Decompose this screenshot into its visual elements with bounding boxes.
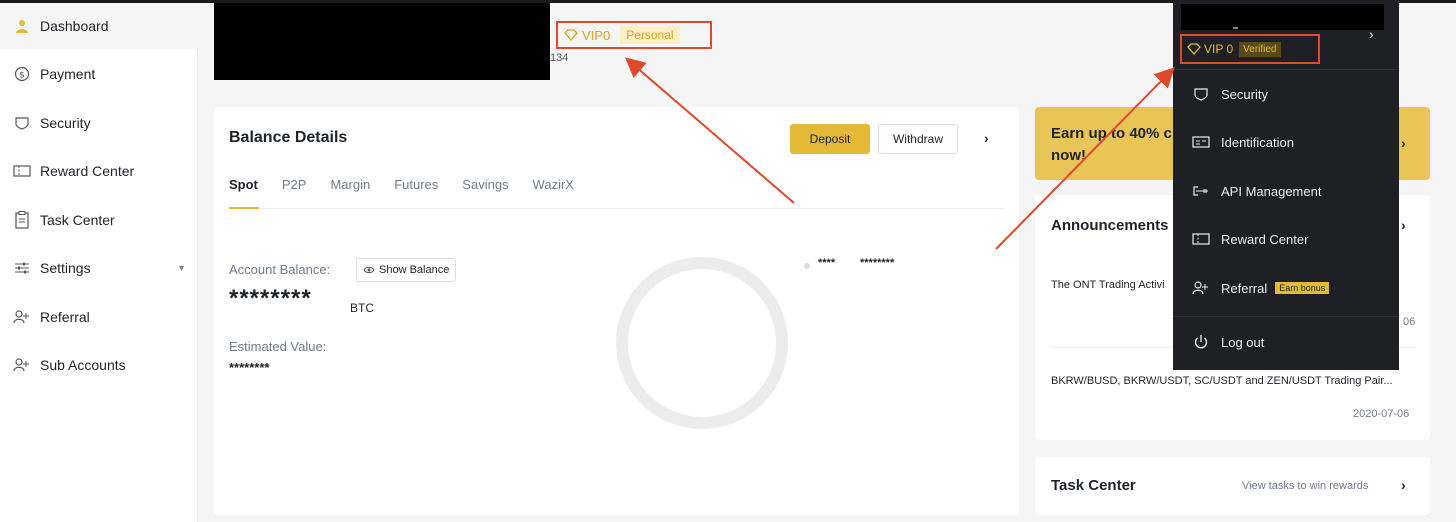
vip-badge: VIP0 Personal — [556, 21, 712, 49]
account-dropdown: VIP 0 Verified › Security Identification… — [1173, 0, 1399, 370]
show-balance-label: Show Balance — [379, 264, 450, 276]
ticket-icon — [1191, 229, 1211, 249]
deposit-button[interactable]: Deposit — [790, 124, 870, 154]
api-key-icon — [1191, 181, 1211, 201]
balance-tabs: Spot P2P Margin Futures Savings WazirX — [229, 177, 1004, 209]
announcement-date: 06 — [1403, 316, 1416, 328]
dropdown-item-log-out[interactable]: Log out — [1173, 320, 1399, 364]
dropdown-item-identification[interactable]: Identification — [1173, 120, 1399, 164]
user-icon — [12, 16, 32, 36]
sidebar-item-settings[interactable]: Settings ▼ — [0, 245, 198, 291]
announcement-date: 2020-07-06 — [1353, 408, 1410, 420]
task-center-card: Task Center View tasks to win rewards › — [1035, 457, 1430, 515]
vip-level: VIP0 — [582, 27, 611, 43]
sidebar-item-reward-center[interactable]: Reward Center — [0, 148, 198, 194]
account-balance-value: ******** — [229, 285, 312, 312]
tab-p2p[interactable]: P2P — [282, 177, 307, 209]
legend-name: **** — [818, 257, 836, 269]
chevron-right-icon: › — [1401, 135, 1406, 151]
dollar-circle-icon: $ — [12, 64, 32, 84]
add-user-icon — [12, 307, 32, 327]
tab-savings[interactable]: Savings — [462, 177, 508, 209]
chevron-right-icon[interactable]: › — [1369, 26, 1374, 42]
add-user-icon — [12, 355, 32, 375]
show-balance-button[interactable]: Show Balance — [356, 258, 457, 282]
diamond-icon — [1187, 43, 1201, 55]
sidebar-item-label: Dashboard — [40, 18, 109, 34]
user-id-suffix: 134 — [550, 52, 569, 64]
announcement-item[interactable]: BKRW/BUSD, BKRW/USDT, SC/USDT and ZEN/US… — [1051, 375, 1393, 387]
task-center-link[interactable]: View tasks to win rewards — [1242, 480, 1368, 492]
redacted-email — [1181, 4, 1384, 30]
chevron-right-icon[interactable]: › — [1401, 217, 1406, 233]
withdraw-button[interactable]: Withdraw — [878, 124, 958, 154]
promo-text: Earn up to 40% c now! — [1051, 125, 1172, 164]
announcements-title: Announcements — [1051, 217, 1169, 234]
shield-icon — [12, 113, 32, 133]
add-user-icon — [1191, 278, 1211, 298]
balance-title: Balance Details — [229, 129, 348, 146]
earn-bonus-badge: Earn bonus — [1275, 282, 1330, 294]
sidebar-item-label: Security — [40, 115, 91, 131]
dropdown-item-security[interactable]: Security — [1173, 72, 1399, 116]
sliders-icon — [12, 258, 32, 278]
divider — [1233, 27, 1238, 29]
tab-spot[interactable]: Spot — [229, 177, 259, 209]
dropdown-item-label: Security — [1221, 86, 1268, 102]
id-card-icon — [1191, 132, 1211, 152]
ticket-icon — [12, 161, 32, 181]
sidebar-item-label: Referral — [40, 309, 90, 325]
sidebar-item-task-center[interactable]: Task Center — [0, 197, 198, 243]
sidebar-item-referral[interactable]: Referral — [0, 294, 198, 340]
announcement-item[interactable]: The ONT Trading Activi — [1051, 279, 1171, 291]
sidebar: Dashboard $ Payment Security Reward Cent… — [0, 3, 198, 522]
account-type-badge: Personal — [620, 26, 680, 44]
vip-level: VIP 0 — [1204, 42, 1234, 56]
chevron-right-icon[interactable]: › — [1401, 477, 1406, 493]
dropdown-item-label: API Management — [1221, 183, 1322, 199]
dropdown-item-label: Referral — [1221, 280, 1268, 296]
balance-donut-chart — [616, 257, 788, 429]
clipboard-icon — [12, 210, 32, 230]
sidebar-item-payment[interactable]: $ Payment — [0, 51, 198, 97]
sidebar-item-label: Reward Center — [40, 163, 135, 179]
sidebar-item-label: Sub Accounts — [40, 357, 126, 373]
dropdown-item-reward-center[interactable]: Reward Center — [1173, 217, 1399, 261]
balance-details-card: Balance Details Deposit Withdraw › Spot … — [214, 107, 1019, 515]
dropdown-item-api-management[interactable]: API Management — [1173, 169, 1399, 213]
chevron-right-icon[interactable]: › — [984, 130, 989, 146]
dropdown-item-label: Reward Center — [1221, 231, 1309, 247]
verified-badge: Verified — [1239, 41, 1281, 57]
tab-wazirx[interactable]: WazirX — [533, 177, 574, 209]
divider — [1173, 316, 1399, 317]
legend-value: ******** — [860, 257, 895, 269]
tab-futures[interactable]: Futures — [394, 177, 438, 209]
diamond-icon — [564, 29, 578, 41]
divider — [1173, 69, 1399, 70]
sidebar-item-security[interactable]: Security — [0, 100, 198, 146]
legend-dot — [804, 263, 810, 269]
eye-icon — [363, 266, 375, 274]
chevron-down-icon: ▼ — [177, 263, 186, 273]
dropdown-item-label: Identification — [1221, 134, 1294, 150]
tab-margin[interactable]: Margin — [330, 177, 370, 209]
shield-icon — [1191, 84, 1211, 104]
redacted-username — [214, 3, 550, 80]
dropdown-vip-badge: VIP 0 Verified — [1180, 34, 1320, 64]
sidebar-item-sub-accounts[interactable]: Sub Accounts — [0, 342, 198, 388]
sidebar-item-label: Task Center — [40, 212, 115, 228]
balance-unit: BTC — [350, 301, 374, 315]
dropdown-item-label: Log out — [1221, 334, 1265, 350]
account-balance-label: Account Balance: — [229, 262, 331, 277]
sidebar-item-label: Payment — [40, 66, 96, 82]
estimated-value-label: Estimated Value: — [229, 339, 327, 354]
svg-text:$: $ — [19, 71, 25, 81]
task-center-title: Task Center — [1051, 477, 1136, 494]
dropdown-item-referral[interactable]: Referral Earn bonus — [1173, 266, 1399, 310]
estimated-value: ******** — [229, 360, 270, 375]
sidebar-item-label: Settings — [40, 260, 91, 276]
sidebar-item-dashboard[interactable]: Dashboard — [0, 3, 198, 49]
power-icon — [1191, 332, 1211, 352]
